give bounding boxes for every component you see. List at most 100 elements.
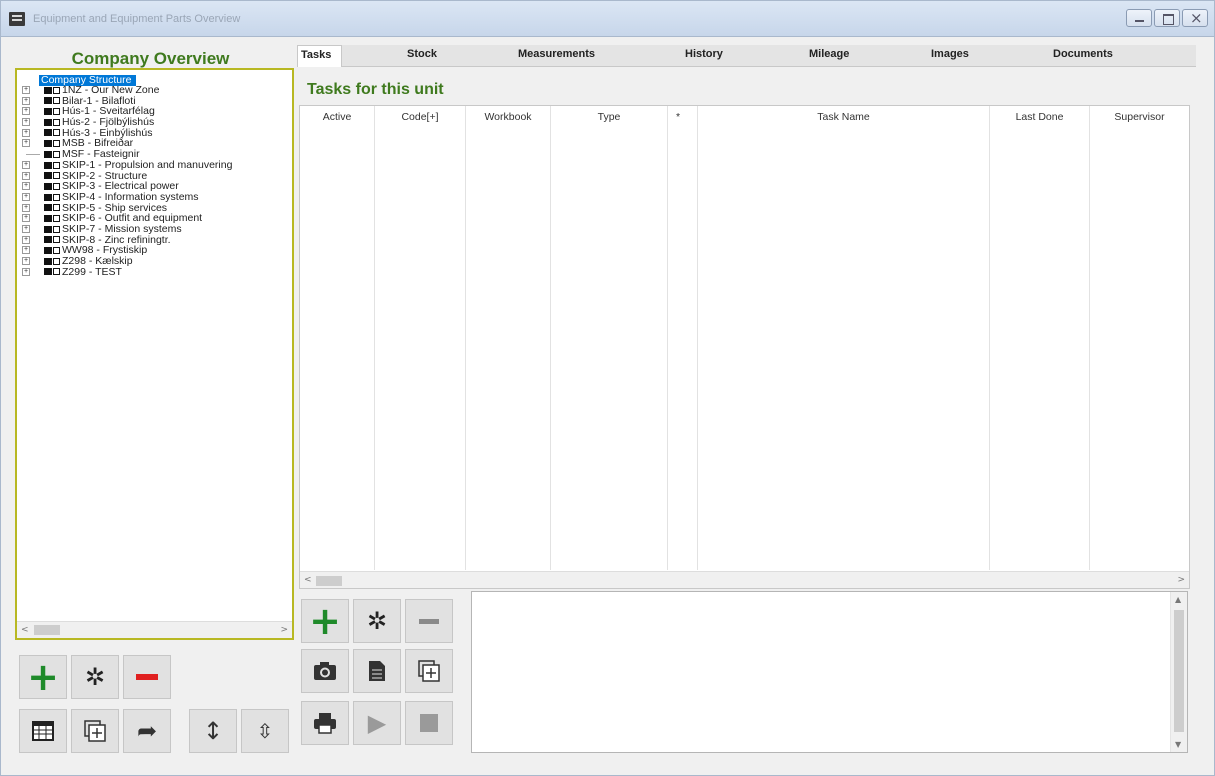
column-code: Code[+]: [375, 106, 466, 570]
tab-mileage[interactable]: Mileage: [809, 48, 849, 60]
scroll-left-icon[interactable]: <: [304, 575, 312, 585]
scroll-left-icon[interactable]: <: [21, 625, 29, 635]
play-icon: ▶: [367, 709, 387, 737]
expand-plus-icon[interactable]: +: [22, 96, 30, 105]
expand-plus-icon[interactable]: +: [22, 171, 30, 180]
camera-button[interactable]: [301, 649, 349, 693]
unit-box-icon: [53, 182, 60, 190]
expand-plus-icon[interactable]: +: [22, 192, 30, 201]
close-button[interactable]: [1182, 9, 1208, 27]
tab-history[interactable]: History: [685, 48, 723, 60]
stop-icon: [420, 714, 438, 732]
column-header[interactable]: Code[+]: [375, 111, 465, 123]
panel-title: Company Overview: [71, 49, 230, 68]
tree-item[interactable]: + SKIP-1 - Propulsion and manuvering: [17, 159, 292, 171]
edit-unit-button[interactable]: ✲: [71, 655, 119, 699]
copy-task-button[interactable]: [405, 649, 453, 693]
column-header[interactable]: Workbook: [466, 111, 550, 123]
tree-item[interactable]: + Hús-2 - Fjölbýlishús: [17, 117, 292, 128]
expand-all-button[interactable]: ↕: [189, 709, 237, 753]
expand-plus-icon[interactable]: +: [22, 182, 30, 191]
expand-plus-icon[interactable]: +: [22, 86, 30, 94]
tab-measurements[interactable]: Measurements: [518, 48, 595, 60]
unit-icon: [44, 257, 52, 265]
unit-icon: [44, 86, 52, 94]
column-header[interactable]: Last Done: [990, 111, 1089, 123]
tab-images[interactable]: Images: [931, 48, 969, 60]
minimize-button[interactable]: [1126, 9, 1152, 27]
grid-horizontal-scrollbar[interactable]: < >: [300, 571, 1189, 588]
unit-box-icon: [53, 214, 60, 222]
tree-item[interactable]: + Z299 - TEST: [17, 266, 292, 278]
scroll-right-icon[interactable]: >: [1177, 575, 1185, 585]
expand-plus-icon[interactable]: +: [22, 160, 30, 169]
document-button[interactable]: [353, 649, 401, 693]
column-header[interactable]: Type: [551, 111, 667, 123]
expand-plus-icon[interactable]: +: [22, 107, 30, 116]
expand-plus-icon[interactable]: +: [22, 224, 30, 233]
company-tree[interactable]: Company Structure +1NZ - Our New Zone + Bi…: [15, 68, 294, 640]
scroll-thumb[interactable]: [34, 625, 60, 635]
expand-plus-icon[interactable]: +: [22, 235, 30, 244]
remove-unit-button[interactable]: [123, 655, 171, 699]
column-header[interactable]: Supervisor: [1090, 111, 1189, 123]
window-title: Equipment and Equipment Parts Overview: [33, 13, 241, 25]
expand-plus-icon[interactable]: +: [22, 203, 30, 212]
column-header[interactable]: Active: [300, 111, 374, 123]
scroll-right-icon[interactable]: >: [280, 625, 288, 635]
unit-box-icon: [53, 108, 60, 116]
tree-item[interactable]: + SKIP-8 - Zinc refiningtr.: [17, 234, 292, 246]
print-button[interactable]: [301, 701, 349, 745]
stop-button[interactable]: [405, 701, 453, 745]
expand-plus-icon[interactable]: +: [22, 267, 30, 276]
notes-vertical-scrollbar[interactable]: ▲ ▼: [1170, 592, 1187, 752]
tab-bar: Tasks Stock Measurements History Mileage…: [297, 45, 1196, 67]
remove-task-button[interactable]: [405, 599, 453, 643]
expand-plus-icon[interactable]: +: [22, 246, 30, 255]
gear-icon: ✲: [366, 607, 388, 635]
play-button[interactable]: ▶: [353, 701, 401, 745]
tree-item[interactable]: +1NZ - Our New Zone: [17, 85, 292, 96]
unit-icon: [44, 129, 52, 137]
unit-icon: [44, 172, 52, 180]
maximize-button[interactable]: [1154, 9, 1180, 27]
scroll-up-icon[interactable]: ▲: [1175, 595, 1181, 604]
expand-plus-icon[interactable]: +: [22, 257, 30, 265]
expand-plus-icon[interactable]: +: [22, 139, 30, 148]
expand-plus-icon[interactable]: +: [22, 118, 30, 127]
scroll-thumb[interactable]: [1174, 610, 1184, 732]
unit-box-icon: [53, 268, 60, 276]
tree-item[interactable]: + Hús-3 - Einbýlishús: [17, 127, 292, 139]
camera-icon: [314, 662, 336, 680]
scroll-thumb[interactable]: [316, 576, 342, 586]
column-type: Type: [551, 106, 668, 570]
unit-box-icon: [53, 247, 60, 255]
tab-documents[interactable]: Documents: [1053, 48, 1113, 60]
unit-box-icon: [53, 150, 60, 158]
copy-add-icon: [84, 720, 106, 742]
add-unit-button[interactable]: +: [19, 655, 67, 699]
expand-plus-icon[interactable]: +: [22, 214, 30, 223]
unit-box-icon: [53, 204, 60, 212]
tab-stock[interactable]: Stock: [407, 48, 437, 60]
tasks-title: Tasks for this unit: [307, 81, 444, 98]
collapse-all-button[interactable]: ⇳: [241, 709, 289, 753]
scroll-down-icon[interactable]: ▼: [1175, 740, 1181, 749]
column-header[interactable]: Task Name: [698, 111, 989, 123]
tree-item[interactable]: + Hús-1 - Sveitarfélag: [17, 106, 292, 117]
tree-item[interactable]: + MSB - Bifreiðar: [17, 138, 292, 149]
move-unit-button[interactable]: ➦: [123, 709, 171, 753]
add-task-button[interactable]: +: [301, 599, 349, 643]
unit-box-icon: [53, 236, 60, 244]
tab-tasks[interactable]: Tasks: [297, 45, 343, 67]
tree-horizontal-scrollbar[interactable]: < >: [17, 621, 292, 638]
column-star: *: [668, 106, 698, 570]
expand-plus-icon[interactable]: +: [22, 128, 30, 137]
tree-item[interactable]: + WW98 - Frystiskip: [17, 245, 292, 256]
table-view-button[interactable]: [19, 709, 67, 753]
tasks-grid[interactable]: Active Code[+] Workbook Type * Task Name…: [299, 105, 1190, 589]
edit-task-button[interactable]: ✲: [353, 599, 401, 643]
copy-unit-button[interactable]: [71, 709, 119, 753]
task-notes-textarea[interactable]: ▲ ▼: [471, 591, 1188, 753]
tree-item[interactable]: + Z298 - Kælskip: [17, 256, 292, 267]
